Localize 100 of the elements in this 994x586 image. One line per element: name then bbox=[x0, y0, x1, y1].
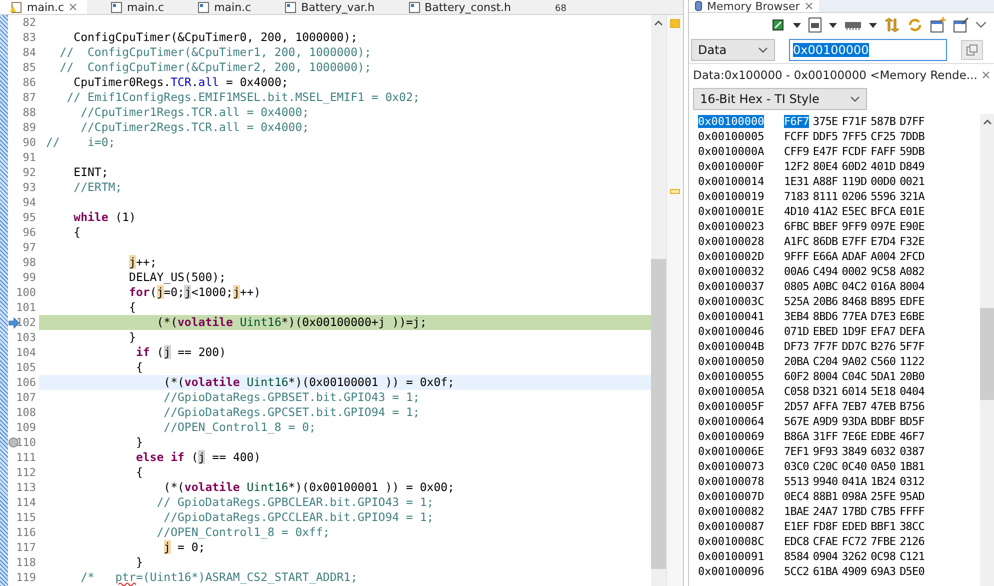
line-number: 84 bbox=[22, 46, 36, 59]
memory-value: 7EB7 bbox=[842, 400, 867, 413]
memory-address: 0x00100073 bbox=[698, 460, 764, 473]
line-number: 106 bbox=[16, 376, 36, 389]
line-number: 100 bbox=[16, 286, 36, 299]
memory-value: E66A bbox=[812, 250, 838, 263]
memory-value: 95AD bbox=[900, 490, 924, 503]
code-line: if (j == 200) bbox=[134, 345, 228, 360]
code-line: //ERTM; bbox=[72, 180, 124, 195]
memory-value: 60D2 bbox=[842, 160, 867, 173]
code-line: ConfigCpuTimer(&CpuTimer0, 200, 1000000); bbox=[72, 30, 359, 45]
memory-value: 7FF5 bbox=[842, 130, 867, 143]
line-number: 115 bbox=[16, 511, 36, 524]
editor-tab[interactable]: main.c bbox=[188, 0, 262, 14]
memory-value: EDC8 bbox=[784, 535, 809, 548]
memory-value: 8468 bbox=[842, 295, 867, 308]
memory-value: FCFF bbox=[784, 130, 809, 143]
code-line: //CpuTimer1Regs.TCR.all = 0x4000; bbox=[80, 105, 310, 120]
memory-value: BDBF bbox=[870, 415, 896, 428]
memory-value: 7F7F bbox=[812, 340, 838, 353]
code-line: EINT; bbox=[72, 165, 110, 180]
memory-value: 587B bbox=[870, 115, 896, 128]
memory-value: 097E bbox=[870, 220, 896, 233]
memory-value: D321 bbox=[812, 385, 838, 398]
memory-value: 2126 bbox=[900, 535, 924, 548]
code-line: DELAY_US(500); bbox=[128, 270, 227, 285]
memory-value: BBEF bbox=[812, 220, 838, 233]
memory-value: 321A bbox=[900, 190, 924, 203]
memory-value: 3262 bbox=[842, 550, 867, 563]
memory-value: 567E bbox=[784, 415, 809, 428]
memory-value: 6032 bbox=[870, 445, 896, 458]
line-number: 82 bbox=[22, 16, 36, 29]
line-number: 117 bbox=[16, 541, 36, 554]
memory-value: 0805 bbox=[784, 280, 809, 293]
line-number: 90 bbox=[22, 136, 36, 149]
memory-value: 0404 bbox=[900, 385, 924, 398]
editor-tab[interactable]: Battery_var.h bbox=[275, 0, 385, 14]
memory-value: 17BD bbox=[842, 505, 867, 518]
memory-value: EDFE bbox=[900, 295, 924, 308]
format-dropdown[interactable]: 16-Bit Hex - TI Style bbox=[693, 88, 867, 110]
memory-value: 7DDB bbox=[900, 130, 924, 143]
memory-value: 0021 bbox=[900, 175, 924, 188]
memory-value: 7183 bbox=[784, 190, 809, 203]
memory-value: E7D4 bbox=[870, 235, 896, 248]
memory-value: 69A3 bbox=[870, 565, 896, 578]
code-line: // ConfigCpuTimer(&CpuTimer1, 200, 1000000); bbox=[58, 45, 372, 60]
editor-tab[interactable]: Battery_const.h bbox=[398, 0, 522, 14]
code-line: (*(volatile Uint16*)(0x00100001 )) = 0x00; bbox=[162, 480, 456, 495]
code-line: //CpuTimer2Regs.TCR.all = 0x4000; bbox=[80, 120, 310, 135]
memory-value: A082 bbox=[900, 265, 924, 278]
memory-value: 9C58 bbox=[870, 265, 896, 278]
rendering-tab[interactable]: Data:0x100000 - 0x00100000 <Memory Rende... bbox=[689, 63, 994, 86]
memory-value: 5F7F bbox=[900, 340, 924, 353]
code-line: { bbox=[72, 225, 82, 240]
memory-value: 31FF bbox=[812, 430, 838, 443]
memory-address: 0x00100096 bbox=[698, 565, 764, 578]
memory-value: 1B24 bbox=[870, 475, 896, 488]
address-field[interactable]: 0x00100000 bbox=[789, 39, 947, 61]
line-number: 103 bbox=[16, 331, 36, 344]
memory-value: C494 bbox=[812, 265, 838, 278]
memory-value: A1FC bbox=[784, 235, 809, 248]
code-line: //OPEN_Control1_8 = 0xff; bbox=[156, 525, 331, 540]
memory-value: A004 bbox=[870, 250, 896, 263]
memory-value: 5CC2 bbox=[784, 565, 809, 578]
memory-page-dropdown[interactable]: Data bbox=[691, 39, 775, 61]
editor-tab[interactable]: main.c bbox=[0, 0, 88, 14]
code-line: { bbox=[128, 300, 137, 315]
hidden-tabs-count[interactable]: 68 bbox=[555, 4, 566, 14]
editor-tab[interactable]: main.c bbox=[101, 0, 174, 14]
code-line: //GpioDataRegs.GPBSET.bit.GPIO43 = 1; bbox=[162, 390, 421, 405]
memory-value: E90E bbox=[900, 220, 924, 233]
memory-value: 7EF1 bbox=[784, 445, 809, 458]
memory-value: 098A bbox=[842, 490, 867, 503]
line-number: 86 bbox=[22, 76, 36, 89]
memory-value: 61BA bbox=[812, 565, 838, 578]
memory-value: 401D bbox=[870, 160, 896, 173]
memory-address: 0x00100091 bbox=[698, 550, 764, 563]
memory-value: 016A bbox=[870, 280, 896, 293]
memory-value: F71F bbox=[842, 115, 867, 128]
memory-value: 25FE bbox=[870, 490, 896, 503]
line-number: 85 bbox=[22, 61, 36, 74]
memory-address: 0x00100087 bbox=[698, 520, 764, 533]
memory-value: 47EB bbox=[870, 400, 896, 413]
line-number: 95 bbox=[22, 211, 36, 224]
memory-value: 5DA1 bbox=[870, 370, 896, 383]
memory-value: 59DB bbox=[900, 145, 924, 158]
code-line: // Emif1ConfigRegs.EMIF1MSEL.bit.MSEL_EMIF1 = 0x02; bbox=[66, 90, 421, 105]
memory-value: A0BC bbox=[812, 280, 838, 293]
code-line: for(j=0;j<1000;j++) bbox=[128, 285, 262, 300]
memory-value: D849 bbox=[900, 160, 924, 173]
view-tab[interactable]: Memory Browser bbox=[689, 0, 819, 12]
line-number: 109 bbox=[16, 421, 36, 434]
memory-value: E01E bbox=[900, 205, 924, 218]
memory-value: 38CC bbox=[900, 520, 924, 533]
memory-value: 119D bbox=[842, 175, 867, 188]
memory-value: EBED bbox=[812, 325, 838, 338]
memory-value: D5E0 bbox=[900, 565, 924, 578]
code-line: // i=0; bbox=[44, 135, 116, 150]
memory-value: 1D9F bbox=[842, 325, 867, 338]
memory-value: 3849 bbox=[842, 445, 867, 458]
